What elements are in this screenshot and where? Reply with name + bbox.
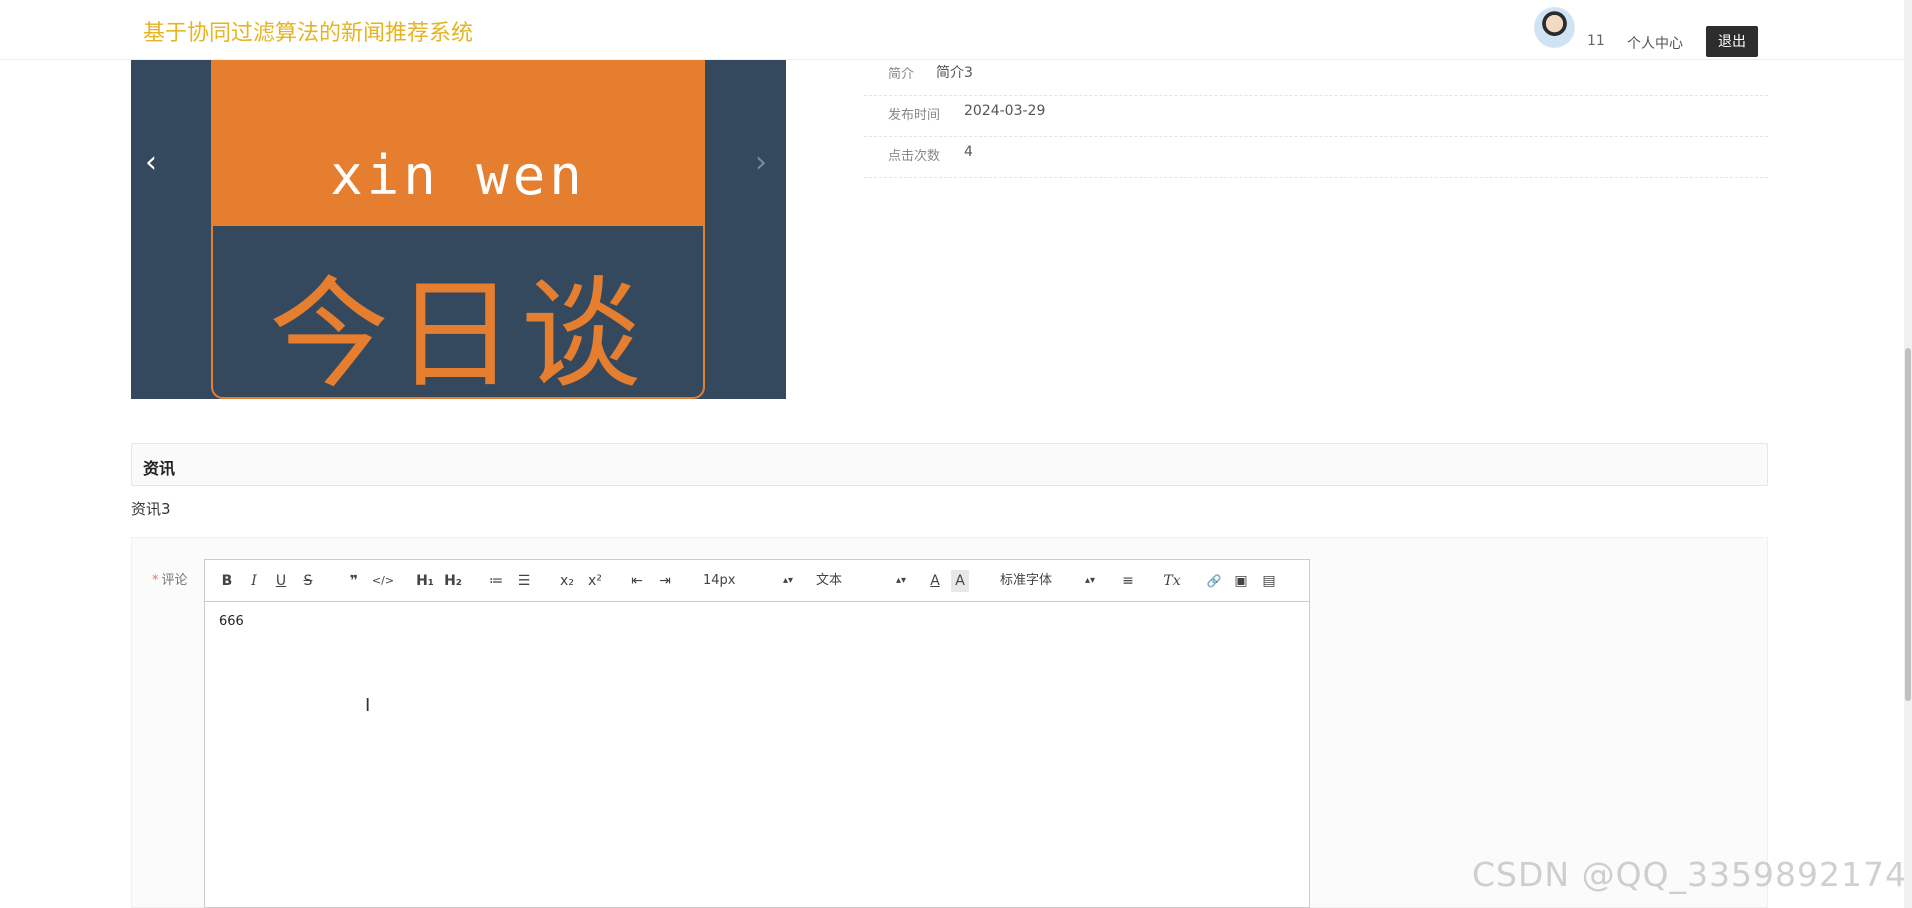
clear-format-icon[interactable]: Tx: [1162, 570, 1182, 592]
indent-icon[interactable]: ⇥: [656, 570, 674, 592]
info-label: 点击次数: [888, 149, 941, 164]
user-name[interactable]: 11: [1587, 33, 1605, 49]
blockquote-icon[interactable]: ❞: [345, 570, 363, 592]
font-size-select[interactable]: 14px ▴▾: [703, 570, 793, 592]
info-label: 简介: [888, 67, 915, 82]
background-color-icon[interactable]: A: [951, 570, 969, 592]
rich-text-editor: B I U S ❞ </> H₁ H₂ ≔ ☰ x₂ x² ⇤ ⇥ 14px ▴▾…: [204, 559, 1310, 908]
news-body-text: 资讯3: [131, 500, 171, 518]
cover-main-text: 今日谈: [269, 266, 647, 399]
outdent-icon[interactable]: ⇤: [628, 570, 646, 592]
info-label: 发布时间: [888, 108, 941, 123]
info-row-publish-time: 发布时间 2024-03-29: [864, 96, 1768, 137]
info-value: 2024-03-29: [964, 103, 1046, 119]
info-row-click-count: 点击次数 4: [864, 137, 1768, 178]
align-icon[interactable]: ≡: [1119, 570, 1137, 592]
info-value: 简介3: [936, 65, 973, 81]
ordered-list-icon[interactable]: ≔: [487, 570, 505, 592]
heading2-button[interactable]: H₂: [442, 570, 464, 592]
header-select-value: 文本: [816, 573, 843, 588]
section-title: 资讯: [143, 459, 176, 478]
header-select[interactable]: 文本 ▴▾: [816, 570, 906, 592]
select-arrow-icon: ▴▾: [1084, 575, 1095, 586]
font-size-value: 14px: [703, 573, 736, 588]
comment-label: * 评论: [152, 569, 188, 588]
carousel-prev-icon[interactable]: ‹: [145, 145, 157, 180]
italic-button[interactable]: I: [247, 570, 261, 592]
underline-button[interactable]: U: [273, 570, 289, 592]
text-color-icon[interactable]: A: [927, 570, 943, 592]
comment-editor-content[interactable]: 666: [219, 614, 244, 629]
bullet-list-icon[interactable]: ☰: [515, 570, 533, 592]
news-image-carousel: xin wen 今日谈: [131, 60, 786, 399]
select-arrow-icon: ▴▾: [895, 575, 906, 586]
site-title[interactable]: 基于协同过滤算法的新闻推荐系统: [143, 15, 473, 47]
heading1-button[interactable]: H₁: [414, 570, 436, 592]
info-row-summary: 简介 简介3: [864, 55, 1768, 96]
cover-pinyin: xin wen: [330, 144, 586, 207]
comment-label-text: 评论: [161, 573, 188, 588]
font-family-select[interactable]: 标准字体 ▴▾: [1000, 570, 1095, 592]
watermark: CSDN @QQ_3359892174: [1472, 855, 1907, 894]
strike-button[interactable]: S: [301, 570, 315, 592]
required-mark: *: [152, 573, 159, 588]
carousel-next-icon[interactable]: ›: [755, 145, 767, 180]
code-block-icon[interactable]: </>: [371, 570, 395, 592]
top-header: 基于协同过滤算法的新闻推荐系统 11 个人中心 退出: [0, 0, 1904, 60]
video-icon[interactable]: ▤: [1260, 570, 1278, 592]
superscript-button[interactable]: x²: [585, 570, 605, 592]
personal-center-link[interactable]: 个人中心: [1627, 33, 1683, 53]
select-arrow-icon: ▴▾: [782, 575, 793, 586]
subscript-button[interactable]: x₂: [557, 570, 577, 592]
text-cursor-icon: I: [365, 695, 371, 716]
scrollbar-thumb[interactable]: [1905, 348, 1911, 701]
section-header: 资讯: [131, 443, 1768, 486]
font-family-value: 标准字体: [1000, 573, 1053, 588]
page-scrollbar[interactable]: [1904, 0, 1912, 908]
link-icon[interactable]: 🔗: [1204, 570, 1224, 592]
image-icon[interactable]: ▣: [1232, 570, 1250, 592]
cover-image: xin wen 今日谈: [211, 60, 705, 399]
user-avatar[interactable]: [1534, 7, 1575, 48]
bold-button[interactable]: B: [219, 570, 235, 592]
logout-button[interactable]: 退出: [1706, 26, 1758, 57]
info-value: 4: [964, 144, 973, 160]
editor-toolbar: B I U S ❞ </> H₁ H₂ ≔ ☰ x₂ x² ⇤ ⇥ 14px ▴▾…: [205, 560, 1309, 602]
